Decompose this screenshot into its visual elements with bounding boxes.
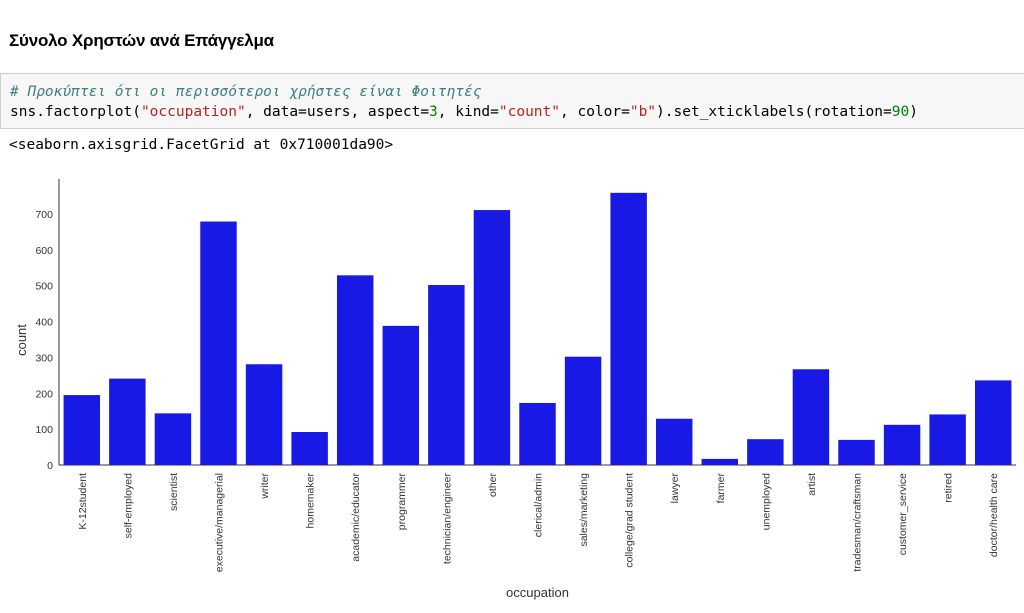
x-tick-label: academic/educator [350, 472, 362, 561]
bar [336, 275, 374, 465]
code-cell[interactable]: # Προκύπτει ότι οι περισσότεροι χρήστες … [0, 73, 1024, 129]
cell-output-text: <seaborn.axisgrid.FacetGrid at 0x710001d… [9, 137, 394, 153]
x-tick-label: self-employed [122, 473, 134, 539]
x-tick-label: clerical/admin [533, 473, 545, 537]
y-tick-label: 0 [47, 460, 53, 472]
bar [519, 402, 556, 465]
x-tick-label: unemployed [760, 473, 772, 530]
bar [428, 284, 465, 465]
bar [974, 380, 1012, 465]
x-tick-label: writer [259, 473, 271, 500]
x-tick-label: lawyer [669, 472, 681, 503]
x-tick-label: executive/managerial [214, 473, 226, 572]
x-axis-title: occupation [506, 585, 569, 600]
x-tick-label: technician/engineer [441, 473, 453, 565]
bar [63, 395, 101, 465]
x-tick-label: doctor/health care [988, 473, 1000, 557]
x-tick-label: artist [806, 473, 818, 496]
x-tick-label: K-12student [77, 473, 89, 530]
bar [792, 369, 830, 465]
x-tick-label: farmer [715, 473, 727, 504]
x-tick-label: other [487, 473, 499, 497]
code-comment: # Προκύπτει ότι οι περισσότεροι χρήστες … [10, 84, 482, 100]
y-tick-label: 600 [35, 245, 53, 257]
bar [382, 325, 420, 465]
bar [929, 414, 966, 465]
bar [473, 210, 511, 465]
bar [701, 458, 739, 465]
occupation-count-chart: 0 100 200 300 400 500 600 700 K-12student self-em… [14, 179, 1016, 600]
bar [200, 221, 237, 465]
y-tick-label: 500 [35, 281, 53, 293]
x-tick-label: retired [943, 473, 955, 503]
bar [154, 413, 192, 465]
bar [109, 378, 146, 465]
y-tick-label: 700 [35, 209, 53, 221]
y-axis-title: count [14, 324, 29, 356]
bar [245, 364, 283, 465]
y-tick-label: 100 [35, 424, 53, 436]
bar [610, 192, 647, 465]
bar [838, 439, 875, 465]
x-tick-label: homemaker [305, 473, 317, 529]
x-tick-label: scientist [168, 473, 180, 511]
bar [747, 439, 784, 465]
y-tick-label: 300 [35, 352, 53, 364]
bar [291, 432, 328, 465]
section-heading: Σύνολο Χρηστών ανά Επάγγελμα [9, 31, 274, 50]
bar [883, 424, 921, 465]
y-tick-label: 400 [35, 317, 53, 329]
code-line: sns.factorplot("occupation", data=users,… [10, 104, 918, 120]
x-tick-label: tradesman/craftsman [852, 473, 864, 572]
bar [655, 418, 693, 465]
x-tick-label: programmer [396, 473, 408, 531]
x-tick-label: customer_service [897, 473, 909, 555]
y-tick-label: 200 [35, 388, 53, 400]
x-tick-label: sales/marketing [578, 473, 590, 547]
bar [564, 356, 602, 465]
x-tick-label: college/grad student [624, 473, 636, 568]
